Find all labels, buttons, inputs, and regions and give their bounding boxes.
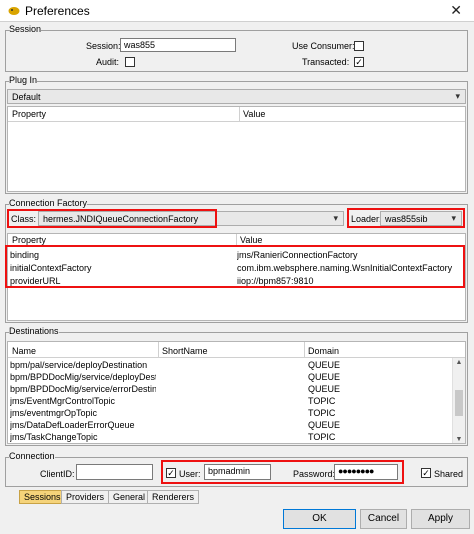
plugin-table-header: Property Value bbox=[8, 107, 465, 122]
dest-row[interactable]: jms/DataDefLoaderErrorQueue QUEUE bbox=[8, 420, 452, 432]
close-icon[interactable]: ✕ bbox=[450, 2, 462, 19]
dest-cell-name: jms/TaskChangeTopic bbox=[10, 432, 98, 442]
dest-cell-domain: TOPIC bbox=[308, 432, 336, 442]
dest-col-domain: Domain bbox=[308, 346, 340, 356]
cf-col-value: Value bbox=[240, 235, 263, 245]
window-title: Preferences bbox=[25, 4, 90, 18]
dest-cell-domain: QUEUE bbox=[308, 384, 341, 394]
destinations-group-label: Destinations bbox=[9, 326, 59, 336]
chevron-down-icon: ▾ bbox=[333, 213, 338, 223]
column-divider bbox=[239, 107, 240, 122]
ok-button[interactable]: OK bbox=[283, 509, 356, 529]
connection-factory-group-label: Connection Factory bbox=[9, 198, 88, 208]
dest-row[interactable]: jms/TaskChangeTopic TOPIC bbox=[8, 432, 452, 443]
session-group bbox=[5, 30, 468, 72]
dest-row[interactable]: bpm/BPDDocMig/service/errorDestina... QUE… bbox=[8, 384, 452, 396]
scroll-up-icon[interactable]: ▲ bbox=[453, 359, 465, 366]
dest-cell-domain: TOPIC bbox=[308, 408, 336, 418]
dest-row[interactable]: jms/eventmgrOpTopic TOPIC bbox=[8, 408, 452, 420]
dest-col-shortname: ShortName bbox=[162, 346, 208, 356]
use-consumer-label: Use Consumer: bbox=[292, 41, 355, 51]
shared-checkbox[interactable]: ✓ bbox=[421, 468, 431, 478]
transacted-checkbox[interactable]: ✓ bbox=[354, 57, 364, 67]
dest-cell-name: jms/DataDefLoaderErrorQueue bbox=[10, 420, 135, 430]
dest-cell-domain: QUEUE bbox=[308, 420, 341, 430]
plugin-table[interactable]: Property Value bbox=[7, 106, 466, 192]
column-divider bbox=[304, 342, 305, 358]
plugin-select-value: Default bbox=[12, 92, 41, 102]
tab-renderers[interactable]: Renderers bbox=[147, 490, 200, 504]
title-bar: Preferences ✕ bbox=[0, 0, 474, 22]
connection-group-label: Connection bbox=[9, 451, 55, 461]
audit-label: Audit: bbox=[96, 57, 120, 67]
chevron-down-icon: ▾ bbox=[455, 91, 460, 101]
dest-table-header: Name ShortName Domain bbox=[8, 342, 465, 358]
destinations-table[interactable]: Name ShortName Domain bpm/pal/service/de… bbox=[7, 341, 466, 444]
plugin-col-property: Property bbox=[12, 109, 47, 119]
session-label: Session: bbox=[86, 41, 121, 51]
column-divider bbox=[158, 342, 159, 358]
app-icon bbox=[8, 7, 20, 15]
dest-cell-domain: QUEUE bbox=[308, 360, 341, 370]
scroll-down-icon[interactable]: ▼ bbox=[453, 436, 465, 443]
dest-row[interactable]: jms/EventMgrControlTopic TOPIC bbox=[8, 396, 452, 408]
use-consumer-checkbox[interactable] bbox=[354, 41, 364, 51]
cancel-button[interactable]: Cancel bbox=[360, 509, 407, 529]
dest-row[interactable]: bpm/BPDDocMig/service/deployDesti... QUEU… bbox=[8, 372, 452, 384]
client-id-label: ClientID: bbox=[40, 469, 75, 479]
dest-scrollbar[interactable]: ▲ ▼ bbox=[452, 358, 465, 443]
tab-providers[interactable]: Providers bbox=[61, 490, 110, 504]
tab-sessions[interactable]: Sessions bbox=[19, 490, 66, 504]
dest-cell-domain: TOPIC bbox=[308, 396, 336, 406]
plugin-col-value: Value bbox=[243, 109, 266, 119]
shared-label: Shared bbox=[434, 469, 464, 479]
dest-cell-domain: QUEUE bbox=[308, 372, 341, 382]
tab-general[interactable]: General bbox=[108, 490, 151, 504]
client-id-input[interactable] bbox=[76, 464, 153, 480]
session-input[interactable]: was855 bbox=[120, 38, 236, 52]
session-group-label: Session bbox=[9, 24, 42, 34]
dest-col-name: Name bbox=[12, 346, 37, 356]
highlight-box-loader bbox=[347, 208, 465, 228]
highlight-box-credentials bbox=[161, 460, 404, 484]
apply-button[interactable]: Apply bbox=[411, 509, 470, 529]
plugin-select[interactable]: Default ▾ bbox=[7, 89, 466, 104]
scrollbar-thumb[interactable] bbox=[455, 390, 463, 416]
highlight-box-properties bbox=[5, 245, 465, 288]
audit-checkbox[interactable] bbox=[125, 57, 135, 67]
dest-cell-name: jms/eventmgrOpTopic bbox=[10, 408, 98, 418]
dest-cell-name: jms/EventMgrControlTopic bbox=[10, 396, 116, 406]
transacted-label: Transacted: bbox=[302, 57, 350, 67]
cf-col-property: Property bbox=[12, 235, 47, 245]
dest-cell-name: bpm/BPDDocMig/service/deployDesti... bbox=[10, 372, 156, 382]
dest-cell-name: bpm/pal/service/deployDestination bbox=[10, 360, 148, 370]
plugin-group-label: Plug In bbox=[9, 75, 38, 85]
dest-row[interactable]: bpm/pal/service/deployDestination QUEUE bbox=[8, 360, 452, 372]
highlight-box-class bbox=[7, 209, 217, 228]
dest-cell-name: bpm/BPDDocMig/service/errorDestina... bbox=[10, 384, 156, 394]
